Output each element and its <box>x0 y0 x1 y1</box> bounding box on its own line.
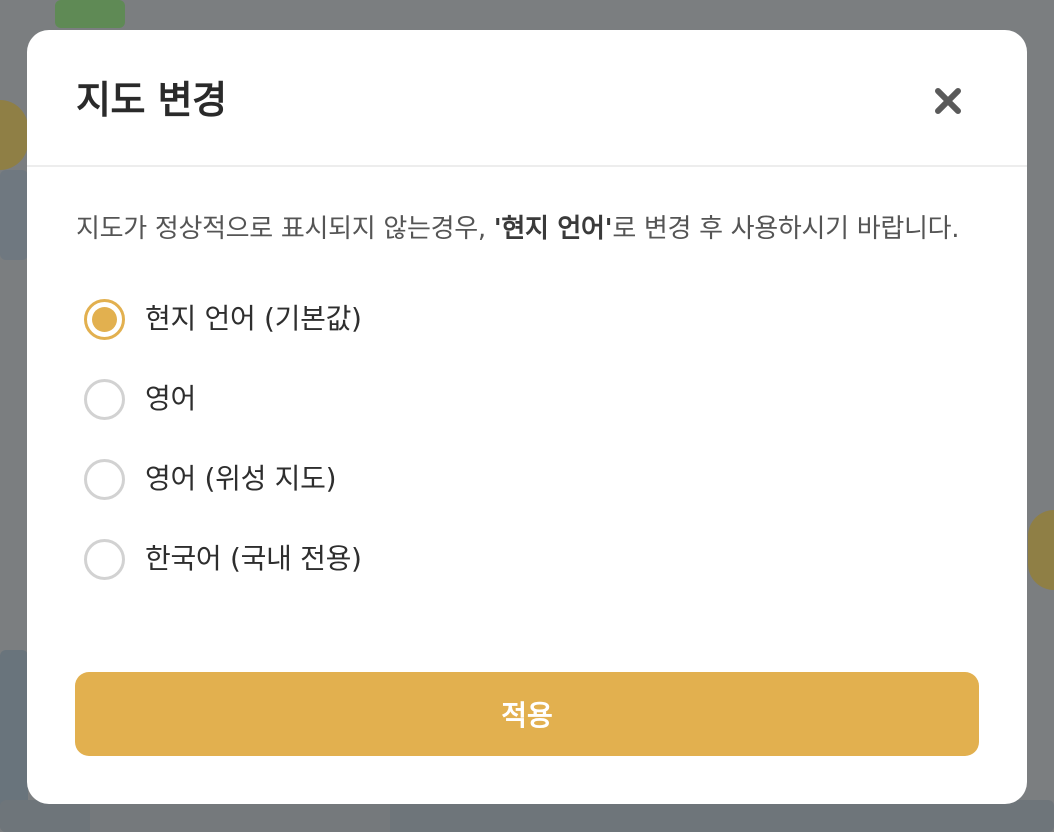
dialog-header: 지도 변경 <box>27 30 1027 167</box>
dialog-body: 지도가 정상적으로 표시되지 않는경우, '현지 언어'로 변경 후 사용하시기… <box>76 167 978 599</box>
description-highlight: '현지 언어' <box>493 214 613 244</box>
radio-local-language[interactable] <box>84 298 125 340</box>
description-text: 지도가 정상적으로 표시되지 않는경우, <box>76 214 494 244</box>
map-backdrop-tile <box>55 0 125 28</box>
map-backdrop-marker <box>0 100 28 170</box>
map-change-dialog: 지도 변경 지도가 정상적으로 표시되지 않는경우, '현지 언어'로 변경 후… <box>27 30 1027 804</box>
map-backdrop-marker <box>1028 510 1054 590</box>
close-button[interactable] <box>927 80 969 122</box>
option-local-language[interactable]: 현지 언어 (기본값) <box>76 279 978 359</box>
option-english-satellite[interactable]: 영어 (위성 지도) <box>76 439 978 519</box>
map-backdrop-tile <box>90 804 390 832</box>
map-backdrop-tile <box>0 170 28 260</box>
map-language-radio-group: 현지 언어 (기본값) 영어 영어 (위성 지도) 한국어 (국내 전용) <box>76 279 978 599</box>
radio-korean-domestic[interactable] <box>84 538 125 580</box>
dialog-title: 지도 변경 <box>76 78 227 122</box>
option-label: 한국어 (국내 전용) <box>145 542 362 575</box>
apply-button[interactable]: 적용 <box>75 672 979 756</box>
radio-english[interactable] <box>84 378 125 420</box>
option-label: 영어 <box>145 382 196 415</box>
option-korean-domestic[interactable]: 한국어 (국내 전용) <box>76 519 978 599</box>
description-text-end: 로 변경 후 사용하시기 바랍니다. <box>612 214 960 244</box>
option-label: 영어 (위성 지도) <box>145 462 337 495</box>
option-label: 현지 언어 (기본값) <box>145 302 362 335</box>
dialog-description: 지도가 정상적으로 표시되지 않는경우, '현지 언어'로 변경 후 사용하시기… <box>76 207 978 251</box>
radio-english-satellite[interactable] <box>84 458 125 500</box>
option-english[interactable]: 영어 <box>76 359 978 439</box>
close-icon <box>935 88 961 114</box>
